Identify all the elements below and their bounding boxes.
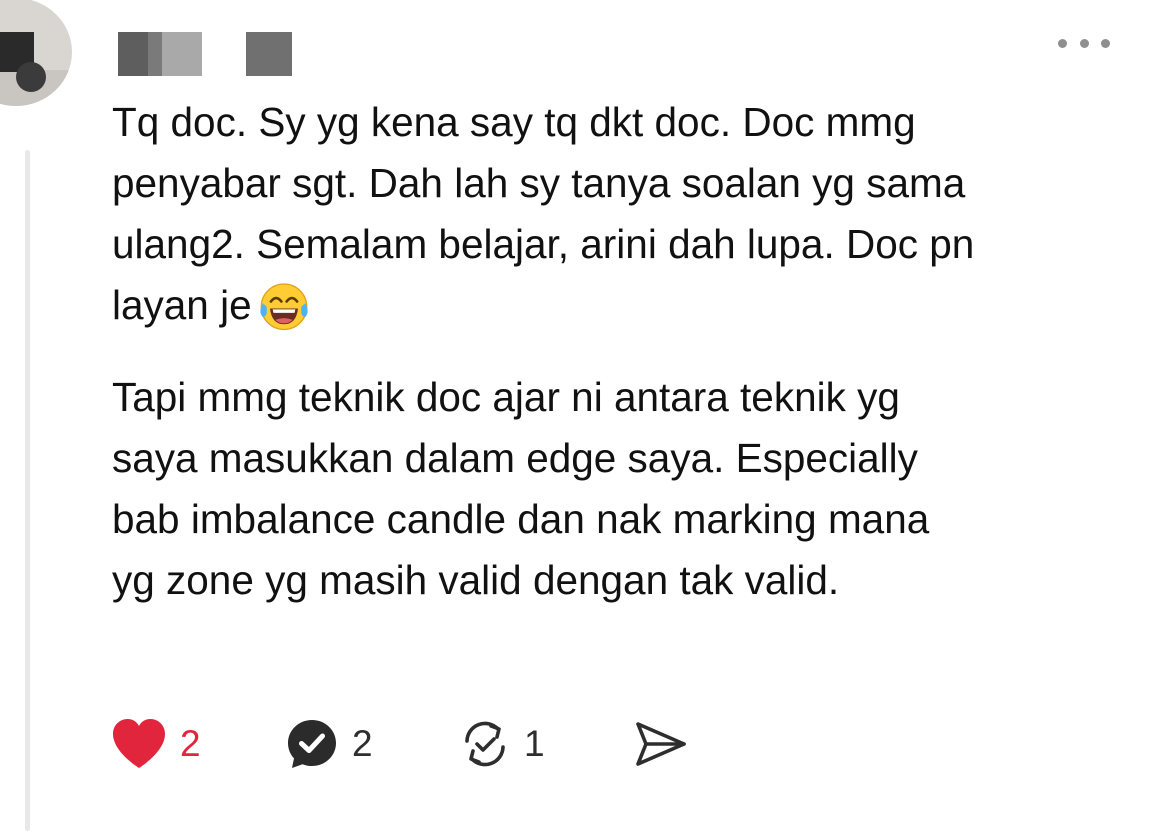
reply-count: 2 <box>352 723 373 764</box>
share-button[interactable] <box>632 713 688 775</box>
send-icon <box>636 722 686 766</box>
repost-button[interactable]: 1 <box>458 713 545 775</box>
username-redacted[interactable] <box>118 32 292 76</box>
repost-count: 1 <box>524 723 545 764</box>
avatar[interactable] <box>0 0 72 106</box>
comment-check-icon <box>288 720 336 768</box>
like-button[interactable]: 2 <box>110 713 201 775</box>
more-dots-icon <box>1058 38 1067 48</box>
post-body: Tq doc. Sy yg kena say tq dkt doc. Doc m… <box>112 92 1142 611</box>
post-paragraph-2: Tapi mmg teknik doc ajar ni antara tekni… <box>112 374 930 603</box>
repost-icon <box>465 721 505 767</box>
post-paragraph-1-text: Tq doc. Sy yg kena say tq dkt doc. Doc m… <box>112 99 975 328</box>
post-actions: 2 2 1 <box>110 713 710 775</box>
laughing-with-tears-emoji <box>259 283 308 331</box>
more-options-button[interactable] <box>1058 30 1110 56</box>
reply-button[interactable]: 2 <box>284 713 373 775</box>
post-paragraph-1: Tq doc. Sy yg kena say tq dkt doc. Doc m… <box>112 92 1142 336</box>
heart-icon <box>113 719 165 768</box>
like-count: 2 <box>180 723 201 764</box>
thread-line <box>25 150 30 831</box>
